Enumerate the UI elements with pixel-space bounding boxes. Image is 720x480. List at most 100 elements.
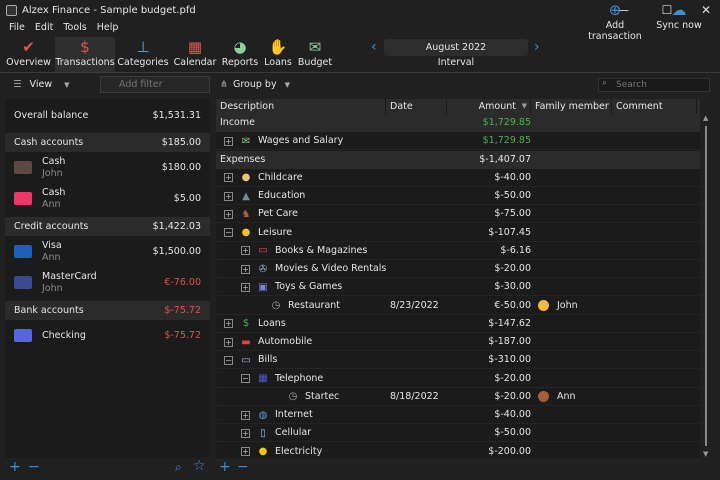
toolbar-reports[interactable]: ◕ Reports — [220, 37, 260, 72]
account-name: Cash — [42, 186, 66, 198]
overall-balance-label: Overall balance — [14, 109, 89, 121]
amount-cell: $1,729.85 — [482, 117, 531, 128]
toolbar-loans[interactable]: ✋ Loans — [262, 37, 294, 72]
collapse-icon[interactable]: − — [241, 374, 250, 383]
column-comment[interactable]: Comment — [612, 99, 697, 114]
add-transaction-button[interactable]: ⊕ Add transaction — [578, 0, 652, 42]
account-group-header[interactable]: Bank accounts $-75.72 — [5, 301, 210, 320]
search-icon: ⌕ — [602, 78, 608, 88]
category-row[interactable]: + $ Loans $-147.62 — [216, 315, 700, 333]
transaction-row[interactable]: ◷ Restaurant 8/23/2022 €-50.00 John — [216, 297, 700, 315]
account-item[interactable]: Cash John $180.00 — [5, 152, 210, 183]
view-button[interactable]: ☰ View ▼ — [13, 79, 69, 90]
account-item[interactable]: Checking $-75.72 — [5, 320, 210, 351]
baby-icon: ● — [241, 172, 251, 184]
column-description[interactable]: Description — [216, 99, 386, 114]
remove-category-button[interactable]: − — [237, 459, 249, 475]
column-date[interactable]: Date — [386, 99, 447, 114]
column-family-member[interactable]: Family member — [531, 99, 612, 114]
account-group-header[interactable]: Cash accounts $185.00 — [5, 133, 210, 152]
amount-cell: $-310.00 — [488, 354, 531, 366]
search-input[interactable]: Search — [598, 78, 710, 92]
expand-icon[interactable]: + — [241, 246, 250, 256]
scroll-up-icon[interactable]: ▲ — [703, 114, 708, 122]
favorites-star-icon[interactable]: ☆ — [193, 458, 206, 474]
expand-icon[interactable]: + — [224, 136, 233, 146]
scroll-down-icon[interactable]: ▼ — [703, 450, 708, 458]
interval-selector[interactable]: August 2022 — [384, 39, 528, 56]
account-item[interactable]: Visa Ann $1,500.00 — [5, 236, 210, 267]
next-interval-button[interactable]: › — [534, 39, 540, 55]
category-row[interactable]: + ▬ Automobile $-187.00 — [216, 333, 700, 351]
expand-icon[interactable]: + — [224, 191, 233, 201]
description-text: Education — [258, 190, 306, 201]
description-cell: + ✉ Wages and Salary — [224, 132, 343, 150]
category-row[interactable]: + ✇ Movies & Video Rentals $-20.00 — [216, 260, 700, 278]
category-row[interactable]: + ▣ Toys & Games $-30.00 — [216, 278, 700, 297]
group-row[interactable]: Income $1,729.85 — [216, 114, 700, 132]
add-filter-input[interactable]: Add filter — [100, 76, 210, 93]
account-item[interactable]: Cash Ann $5.00 — [5, 183, 210, 214]
collapse-icon[interactable]: − — [224, 355, 233, 365]
accounts-panel: Overall balance $1,531.31 Cash accounts $18… — [5, 99, 210, 458]
category-row[interactable]: + ♞ Pet Care $-75.00 — [216, 205, 700, 224]
description-cell: − ● Leisure — [224, 224, 292, 242]
expand-icon[interactable]: + — [241, 447, 250, 456]
description-cell: Income — [220, 114, 255, 132]
account-group-header[interactable]: Credit accounts $1,422.03 — [5, 217, 210, 236]
category-row[interactable]: − ▭ Bills $-310.00 — [216, 351, 700, 370]
account-amount: $1,500.00 — [152, 246, 201, 257]
description-text: Pet Care — [258, 208, 298, 220]
category-row[interactable]: − ● Leisure $-107.45 — [216, 224, 700, 242]
scrollbar[interactable]: ▲ ▼ — [700, 114, 712, 458]
menu-tools[interactable]: Tools — [63, 22, 86, 37]
scroll-thumb[interactable] — [705, 126, 707, 446]
category-row[interactable]: + ● Childcare $-40.00 — [216, 169, 700, 187]
remove-account-button[interactable]: − — [28, 459, 40, 475]
expand-icon[interactable]: + — [224, 209, 233, 219]
toolbar-overview[interactable]: ✔ Overview — [5, 37, 52, 72]
group-row[interactable]: Expenses $-1,407.07 — [216, 150, 700, 169]
collapse-icon[interactable]: − — [224, 228, 233, 237]
plus-circle-icon: ⊕ — [608, 1, 622, 19]
expand-icon[interactable]: + — [224, 319, 233, 329]
menu-help[interactable]: Help — [97, 22, 119, 37]
expand-icon[interactable]: + — [241, 428, 250, 438]
expand-icon[interactable]: + — [241, 264, 250, 274]
menu-edit[interactable]: Edit — [35, 22, 53, 37]
column-amount[interactable]: Amount ▼ — [447, 99, 531, 114]
sliders-icon: ☰ — [13, 79, 25, 90]
book-icon: ▭ — [258, 245, 268, 257]
overall-balance[interactable]: Overall balance $1,531.31 — [5, 100, 210, 130]
group-by-button[interactable]: ⋔ Group by ▼ — [220, 79, 290, 90]
expand-icon[interactable]: + — [224, 337, 233, 347]
expand-icon[interactable]: + — [224, 173, 233, 183]
transaction-row[interactable]: ◷ Startec 8/18/2022 $-20.00 Ann — [216, 388, 700, 406]
search-accounts-icon[interactable]: ⌕ — [175, 460, 182, 475]
account-amount: €-76.00 — [164, 277, 201, 288]
toolbar-categories[interactable]: ⊥ Categories — [117, 37, 169, 72]
menu-file[interactable]: File — [9, 22, 25, 37]
category-row[interactable]: + ▲ Education $-50.00 — [216, 187, 700, 205]
description-text: Wages and Salary — [258, 135, 344, 147]
category-row[interactable]: + ◍ Internet $-40.00 — [216, 406, 700, 424]
sync-now-button[interactable]: ☁ Sync now — [655, 0, 703, 35]
category-row[interactable]: − ▦ Telephone $-20.00 — [216, 370, 700, 388]
sort-desc-icon: ▼ — [521, 102, 527, 110]
amount-cell: $-75.00 — [494, 208, 531, 220]
toolbar-calendar[interactable]: ▦ Calendar — [172, 37, 218, 72]
prev-interval-button[interactable]: ‹ — [371, 39, 377, 55]
category-row[interactable]: + ▭ Books & Magazines $-6.16 — [216, 242, 700, 260]
toolbar-transactions[interactable]: $ Transactions — [55, 37, 115, 72]
expand-icon[interactable]: + — [241, 410, 250, 420]
category-row[interactable]: + ● Electricity $-200.00 — [216, 443, 700, 461]
add-category-button[interactable]: + — [219, 459, 231, 475]
toolbar-budget[interactable]: ✉ Budget — [297, 37, 333, 72]
group-by-label: Group by — [232, 79, 277, 90]
add-account-button[interactable]: + — [9, 459, 21, 475]
account-item[interactable]: MasterCard John €-76.00 — [5, 267, 210, 298]
expand-icon[interactable]: + — [241, 282, 250, 292]
toolbar-label: Reports — [221, 57, 259, 68]
category-row[interactable]: + ▯ Cellular $-50.00 — [216, 424, 700, 443]
category-row[interactable]: + ✉ Wages and Salary $1,729.85 — [216, 132, 700, 151]
